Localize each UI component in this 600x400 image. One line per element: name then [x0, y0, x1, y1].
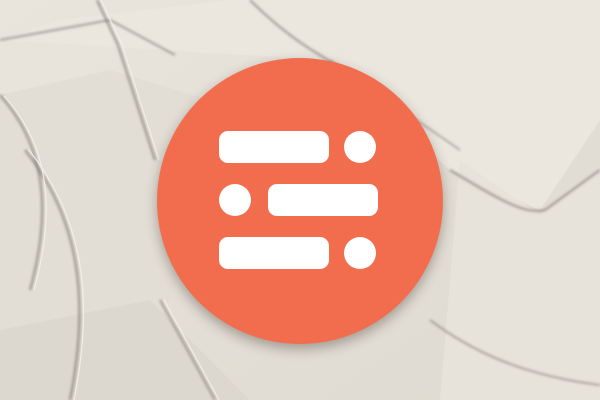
app-logo-scene: [0, 0, 600, 400]
logo-dot: [219, 184, 251, 216]
app-logo: [157, 58, 443, 344]
logo-bar: [268, 184, 378, 216]
logo-dot: [344, 131, 376, 163]
logo-bar: [219, 131, 329, 163]
logo-bar: [219, 237, 329, 269]
logo-dot: [344, 237, 376, 269]
